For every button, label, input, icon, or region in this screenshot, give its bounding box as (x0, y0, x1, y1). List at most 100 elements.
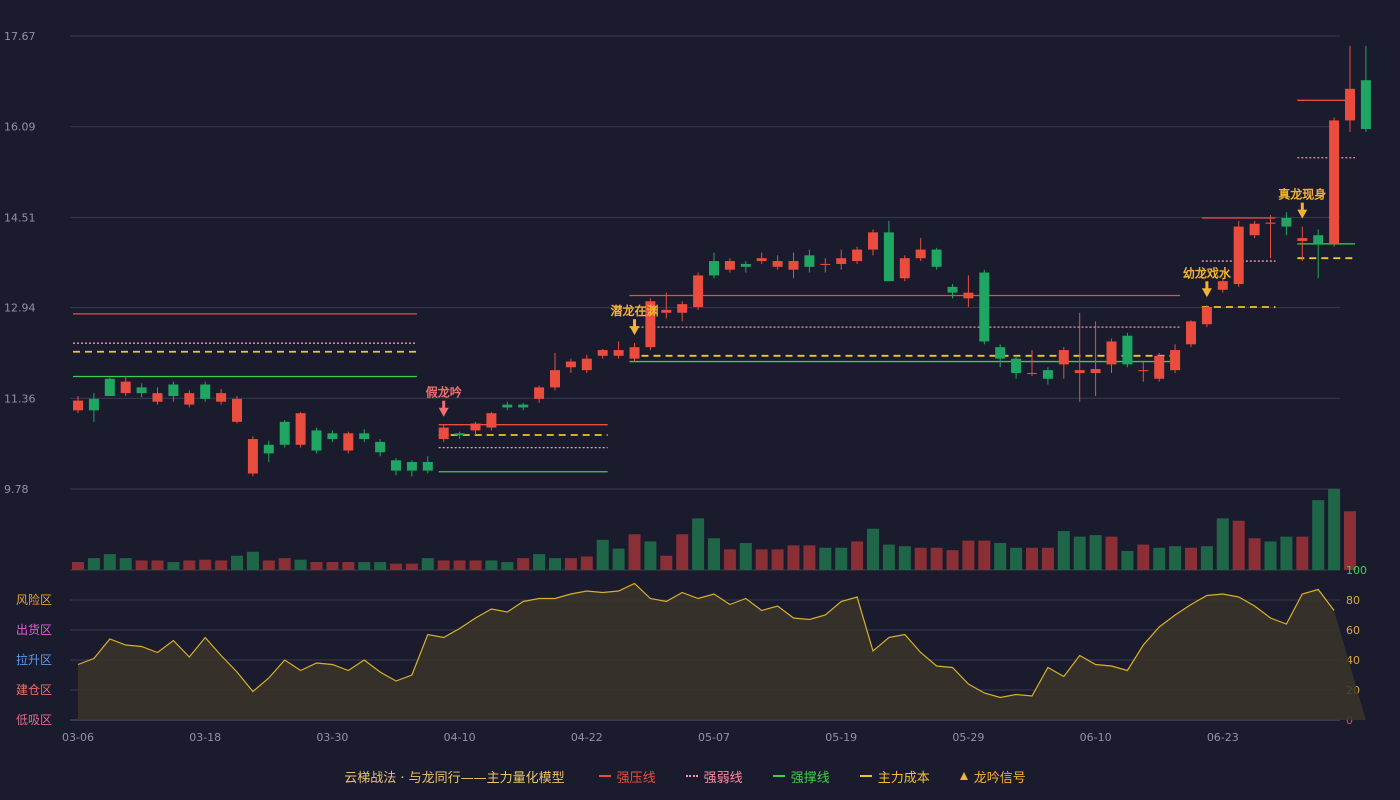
volume-bar (867, 528, 879, 570)
candle-body (1329, 120, 1340, 244)
volume-bar (278, 558, 291, 570)
signal-label: 假龙吟 (426, 385, 462, 400)
candle-body (327, 433, 338, 440)
zone-label: 建仓区 (16, 683, 52, 697)
volume-bar (326, 562, 339, 570)
indicator-tick-label: 100 (1346, 564, 1367, 577)
candle-body (1201, 306, 1212, 325)
volume-bar (946, 550, 959, 570)
volume-bar (739, 543, 752, 570)
date-tick-label: 06-10 (1080, 731, 1112, 744)
candle-body (534, 387, 545, 399)
date-tick-label: 05-29 (952, 731, 984, 744)
volume-bar (342, 562, 355, 570)
candle-body (995, 347, 1006, 359)
candle-body (1106, 341, 1117, 365)
candle-body (868, 232, 878, 250)
volume-bar (294, 559, 307, 570)
candle-body (391, 460, 401, 471)
candle-body (263, 444, 274, 454)
volume-bar (183, 560, 196, 570)
candle-body (1011, 358, 1022, 374)
volume-bar (564, 558, 577, 570)
candle-body (1360, 80, 1371, 130)
volume-bar (644, 541, 657, 570)
candle-body (359, 433, 370, 440)
signal-label: 潜龙在渊 (610, 303, 658, 318)
signal-arrow-stem (1300, 202, 1304, 211)
candle-body (1122, 335, 1133, 365)
volume-bar (501, 562, 514, 570)
candle-body (168, 384, 179, 396)
legend-label-cost: 主力成本 (877, 770, 930, 786)
candle-body (915, 249, 926, 259)
date-tick-label: 03-06 (62, 731, 94, 744)
volume-bar (517, 558, 530, 570)
candle-body (1074, 370, 1085, 374)
candle-body (247, 439, 258, 474)
candle-body (1297, 238, 1308, 241)
volume-bar (1185, 547, 1197, 570)
candle-body (804, 255, 815, 267)
candle-body (756, 258, 767, 262)
signal-label: 幼龙戏水 (1183, 265, 1232, 280)
volume-bar (1153, 547, 1166, 570)
candle-body (136, 387, 147, 394)
candle-body (772, 261, 783, 267)
candle-body (899, 258, 910, 279)
stock-chart: 9.78 11.36 12.94 14.51 16.09 17.67 假龙吟 潜龙在渊 幼龙戏水… (4, 30, 1371, 744)
volume-bar (1137, 544, 1150, 570)
volume-bar (1248, 538, 1261, 570)
volume-bar (787, 545, 800, 570)
candle-body (709, 261, 719, 276)
volume-bar (246, 551, 259, 570)
candle-body (438, 427, 449, 440)
candle-body (1217, 281, 1228, 290)
candle-body (931, 249, 942, 267)
candle-body (88, 398, 99, 411)
candle-body (661, 309, 672, 313)
volume-bar (580, 556, 593, 570)
volume-bar (994, 543, 1007, 570)
price-tick-label: 12.94 (4, 302, 36, 315)
legend-label-weak: 强弱线 (703, 770, 743, 786)
candle-body (279, 421, 290, 445)
candle-body (518, 404, 529, 408)
price-tick-label: 11.36 (4, 392, 36, 405)
legend-item-cost: 主力成本 (859, 767, 930, 786)
indicator-tick-label: 60 (1346, 624, 1360, 637)
price-tick-label: 14.51 (4, 211, 36, 224)
volume-bar (167, 562, 180, 570)
signal-arrow-icon (1201, 288, 1212, 298)
candle-body (820, 263, 831, 265)
volume-bar (1280, 536, 1293, 570)
candle-body (677, 304, 688, 313)
price-tick-label: 17.67 (4, 30, 36, 43)
volume-bar (421, 558, 434, 570)
candle-body (73, 400, 83, 411)
volume-bar (676, 534, 689, 570)
volume-bar (215, 560, 228, 570)
price-tick-label: 16.09 (4, 121, 36, 134)
candle-body (1281, 218, 1292, 227)
candle-body (1042, 370, 1053, 379)
date-tick-label: 05-07 (698, 731, 730, 744)
legend-title: 云梯战法 · 与龙同行——主力量化模型 (344, 770, 565, 786)
candle-body (200, 384, 211, 399)
candle-body (1233, 226, 1244, 285)
candle-body (788, 261, 799, 270)
volume-bar (628, 534, 641, 570)
volume-bar (262, 560, 275, 570)
price-tick-label: 9.78 (4, 483, 29, 496)
candle-body (1170, 350, 1181, 371)
candle-body (852, 249, 863, 262)
volume-bar (1344, 511, 1356, 570)
volume-bar (1089, 535, 1102, 570)
volume-bar (119, 558, 132, 570)
volume-bar (1010, 547, 1023, 570)
volume-bar (1169, 546, 1182, 570)
candle-body (1154, 355, 1165, 379)
volume-bar (1264, 541, 1277, 570)
date-tick-label: 03-30 (316, 731, 348, 744)
volume-bar (453, 560, 466, 570)
